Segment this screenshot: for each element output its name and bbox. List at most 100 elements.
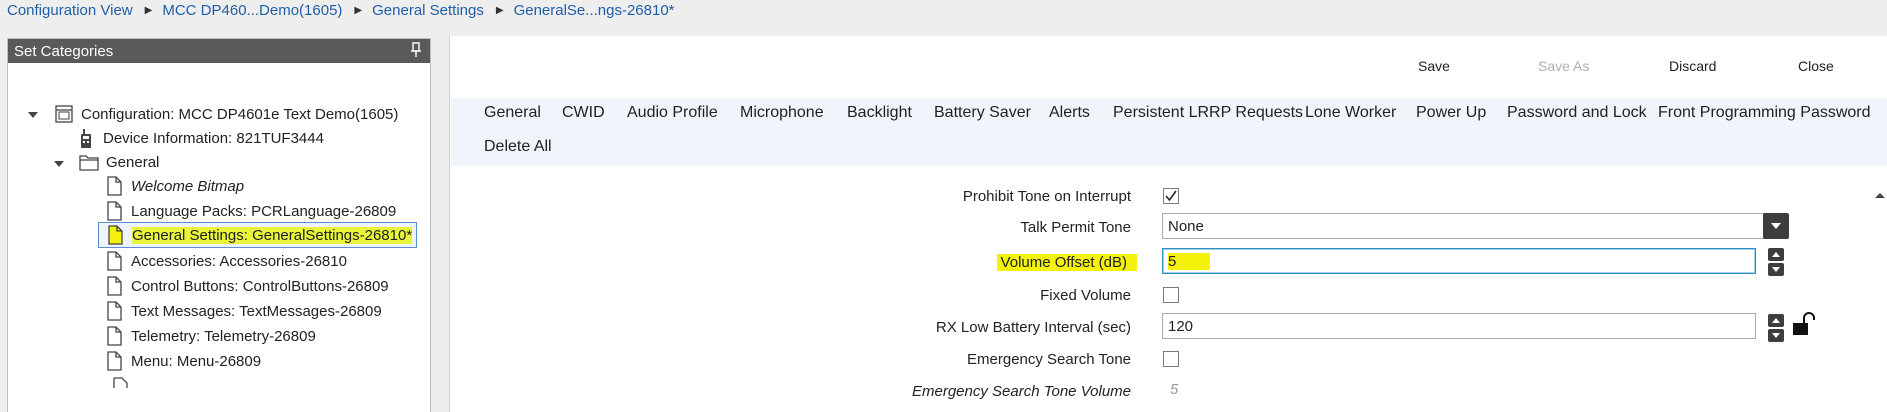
discard-button[interactable]: Discard — [1669, 58, 1716, 74]
tree-item-control-buttons[interactable]: Control Buttons: ControlButtons-26809 — [103, 273, 389, 299]
tab-password-and-lock[interactable]: Password and Lock — [1507, 104, 1647, 122]
save-as-button[interactable]: Save As — [1538, 58, 1589, 74]
spin-down-button[interactable] — [1768, 329, 1784, 342]
document-icon — [107, 176, 122, 196]
tree-item-telemetry[interactable]: Telemetry: Telemetry-26809 — [103, 323, 316, 349]
breadcrumb-device[interactable]: MCC DP460...Demo(1605) — [162, 2, 342, 19]
tree-item-language-packs[interactable]: Language Packs: PCRLanguage-26809 — [103, 198, 396, 224]
settings-tabs: General CWID Audio Profile Microphone Ba… — [451, 98, 1887, 166]
tab-cwid[interactable]: CWID — [562, 104, 605, 122]
rx-low-battery-label: RX Low Battery Interval (sec) — [935, 319, 1131, 336]
tab-power-up[interactable]: Power Up — [1416, 104, 1486, 122]
tree-item-label: General Settings: GeneralSettings-26810* — [132, 226, 413, 244]
document-icon — [113, 377, 128, 388]
tab-lone-worker[interactable]: Lone Worker — [1305, 104, 1396, 122]
tree-item-general[interactable]: General — [78, 149, 159, 175]
save-button[interactable]: Save — [1418, 58, 1450, 74]
breadcrumb-configuration-view[interactable]: Configuration View — [7, 2, 133, 19]
tab-battery-saver[interactable]: Battery Saver — [934, 104, 1031, 122]
tree-item-label: Text Messages: TextMessages-26809 — [131, 302, 382, 320]
emergency-search-tone-label: Emergency Search Tone — [967, 351, 1131, 368]
tab-microphone[interactable]: Microphone — [740, 104, 824, 122]
emergency-search-tone-volume-value: 5 — [1170, 381, 1179, 398]
volume-offset-input[interactable]: 5 — [1162, 248, 1756, 274]
folder-icon — [79, 155, 99, 171]
breadcrumb-current-set[interactable]: GeneralSe...ngs-26810* — [514, 2, 675, 19]
tree-item-label: Language Packs: PCRLanguage-26809 — [131, 202, 397, 220]
arrow-down-icon — [1772, 267, 1780, 272]
tree-item-general-settings[interactable]: General Settings: GeneralSettings-26810* — [98, 222, 417, 248]
tree-item-welcome-bitmap[interactable]: Welcome Bitmap — [103, 173, 244, 199]
tree-item-label: Accessories: Accessories-26810 — [131, 252, 347, 270]
spin-up-button[interactable] — [1768, 314, 1784, 327]
talk-permit-tone-dropdown-button[interactable] — [1763, 213, 1789, 239]
set-categories-panel: Set Categories Configuration: MCC DP4601… — [7, 38, 431, 412]
document-icon — [107, 301, 122, 321]
chevron-down-icon — [1771, 223, 1781, 229]
tree-item-configuration[interactable]: Configuration: MCC DP4601e Text Demo(160… — [53, 101, 398, 127]
tab-front-programming-password[interactable]: Front Programming Password — [1658, 104, 1871, 122]
document-icon — [107, 201, 122, 221]
prohibit-tone-label: Prohibit Tone on Interrupt — [962, 188, 1131, 205]
emergency-search-tone-checkbox[interactable] — [1163, 351, 1179, 367]
configuration-icon — [55, 105, 73, 123]
pin-icon[interactable] — [410, 42, 422, 58]
tree-item-text-messages[interactable]: Text Messages: TextMessages-26809 — [103, 298, 382, 324]
tab-persistent-lrrp-requests[interactable]: Persistent LRRP Requests — [1113, 104, 1303, 122]
talk-permit-tone-value: None — [1168, 217, 1204, 235]
talk-permit-tone-label: Talk Permit Tone — [1020, 219, 1131, 236]
tree-item-menu[interactable]: Menu: Menu-26809 — [103, 348, 261, 374]
collapse-icon[interactable] — [27, 110, 39, 120]
tree-item-label: Configuration: MCC DP4601e Text Demo(160… — [81, 105, 399, 123]
tab-audio-profile[interactable]: Audio Profile — [627, 104, 718, 122]
arrow-down-icon — [1772, 333, 1780, 338]
settings-editor: Save Save As Discard Close General CWID … — [449, 36, 1887, 412]
prohibit-tone-checkbox[interactable] — [1163, 188, 1179, 204]
close-button[interactable]: Close — [1798, 58, 1834, 74]
document-icon — [107, 351, 122, 371]
panel-title: Set Categories — [14, 42, 114, 60]
rx-low-battery-spinner[interactable] — [1768, 314, 1784, 342]
action-toolbar: Save Save As Discard Close — [450, 58, 1887, 82]
category-tree: Configuration: MCC DP4601e Text Demo(160… — [8, 63, 430, 412]
tree-item-label: Welcome Bitmap — [131, 177, 245, 195]
tree-item-device-information[interactable]: Device Information: 821TUF3444 — [75, 125, 324, 151]
rx-low-battery-value: 120 — [1168, 317, 1194, 335]
fixed-volume-checkbox[interactable] — [1163, 287, 1179, 303]
scroll-up-icon[interactable] — [1874, 191, 1886, 199]
tree-item-label: Telemetry: Telemetry-26809 — [131, 327, 316, 345]
breadcrumb-separator-icon: ▶ — [354, 4, 363, 16]
emergency-search-tone-volume-label: Emergency Search Tone Volume — [911, 383, 1131, 400]
document-icon — [107, 251, 122, 271]
tab-general[interactable]: General — [484, 104, 541, 122]
tree-item-label: Device Information: 821TUF3444 — [103, 129, 324, 147]
breadcrumb-general-settings[interactable]: General Settings — [372, 2, 484, 19]
volume-offset-spinner[interactable] — [1768, 248, 1784, 276]
panel-header: Set Categories — [8, 39, 430, 63]
tree-item-label: General — [106, 153, 160, 171]
fixed-volume-label: Fixed Volume — [1040, 287, 1131, 304]
tree-item-accessories[interactable]: Accessories: Accessories-26810 — [103, 248, 347, 274]
volume-offset-label: Volume Offset (dB) — [996, 254, 1137, 271]
breadcrumb-separator-icon: ▶ — [144, 4, 153, 16]
document-icon — [108, 225, 123, 245]
radio-device-icon — [81, 129, 91, 148]
spin-down-button[interactable] — [1768, 263, 1784, 276]
arrow-up-icon — [1772, 318, 1780, 323]
tab-alerts[interactable]: Alerts — [1049, 104, 1090, 122]
talk-permit-tone-select[interactable]: None — [1162, 213, 1765, 239]
checkmark-icon — [1165, 190, 1177, 202]
collapse-icon[interactable] — [53, 159, 65, 169]
breadcrumb: Configuration View ▶ MCC DP460...Demo(16… — [0, 0, 1887, 20]
tab-delete-all[interactable]: Delete All — [484, 138, 552, 156]
unlock-icon[interactable] — [1791, 312, 1815, 338]
arrow-up-icon — [1772, 252, 1780, 257]
document-icon — [107, 326, 122, 346]
document-icon — [107, 276, 122, 296]
tab-backlight[interactable]: Backlight — [847, 104, 912, 122]
volume-offset-value: 5 — [1168, 252, 1211, 270]
spin-up-button[interactable] — [1768, 248, 1784, 261]
breadcrumb-separator-icon: ▶ — [495, 4, 504, 16]
tree-item-label: Control Buttons: ControlButtons-26809 — [131, 277, 389, 295]
rx-low-battery-input[interactable]: 120 — [1162, 313, 1756, 339]
